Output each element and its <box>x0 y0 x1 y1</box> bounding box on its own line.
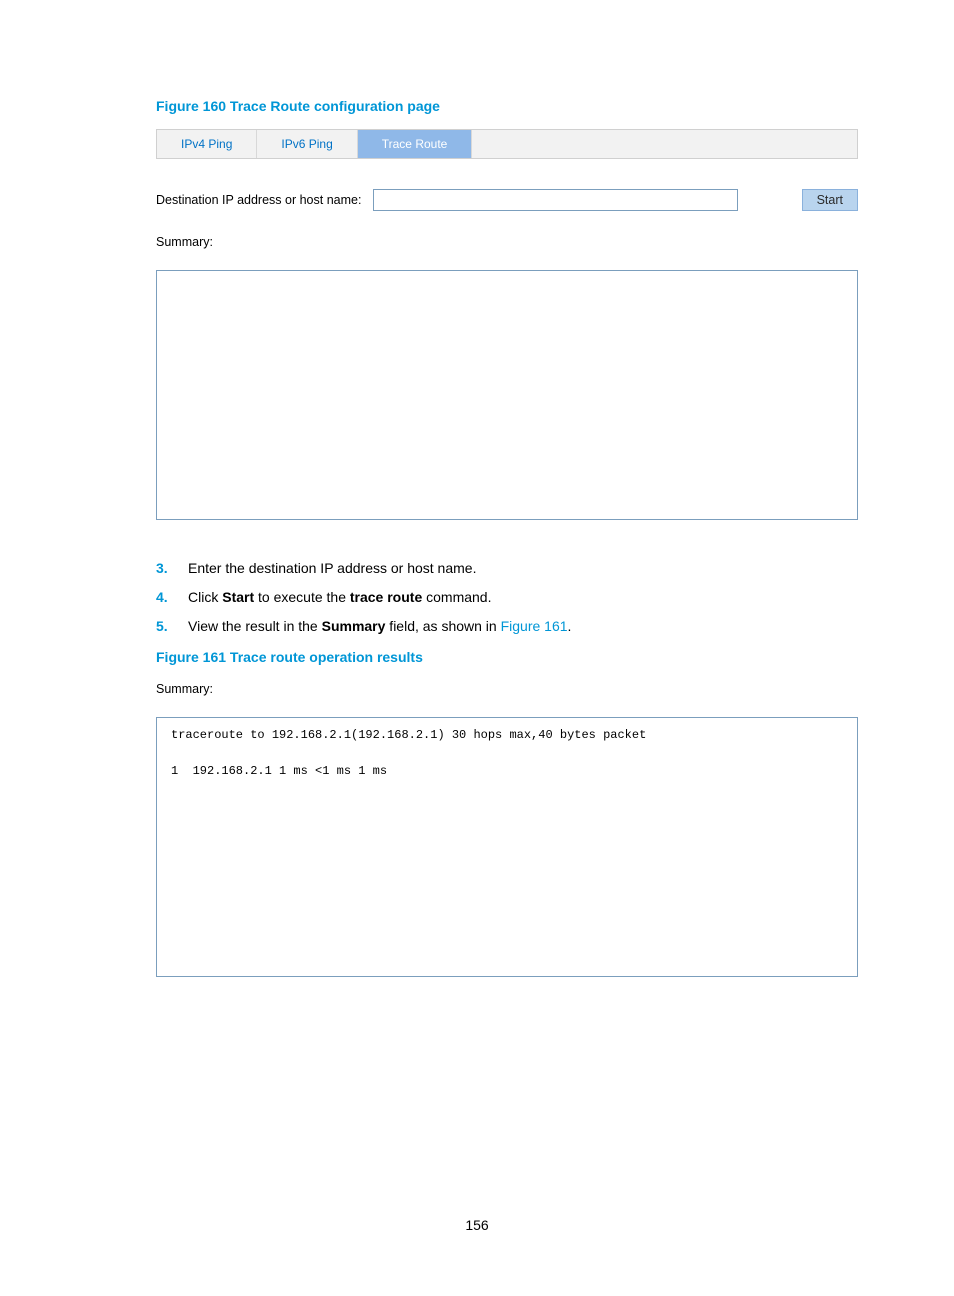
summary-output-160 <box>156 270 858 520</box>
step-text: Enter the destination IP address or host… <box>188 558 476 579</box>
text: . <box>568 618 572 634</box>
bold-summary: Summary <box>322 618 386 634</box>
figure-160-caption: Figure 160 Trace Route configuration pag… <box>156 96 858 117</box>
text: command. <box>422 589 491 605</box>
text: View the result in the <box>188 618 322 634</box>
tab-filler <box>472 130 857 158</box>
text: field, as shown in <box>385 618 500 634</box>
tab-ipv4-ping[interactable]: IPv4 Ping <box>157 130 257 158</box>
page-number: 156 <box>0 1215 954 1236</box>
step-list: 3. Enter the destination IP address or h… <box>156 558 858 637</box>
figure-161-link[interactable]: Figure 161 <box>501 618 568 634</box>
text: Click <box>188 589 222 605</box>
bold-start: Start <box>222 589 254 605</box>
start-button[interactable]: Start <box>802 189 858 211</box>
summary-label-160: Summary: <box>156 233 858 252</box>
step-5: 5. View the result in the Summary field,… <box>156 616 858 637</box>
tab-trace-route[interactable]: Trace Route <box>358 130 473 158</box>
step-number: 4. <box>156 587 188 608</box>
text: to execute the <box>254 589 350 605</box>
step-number: 5. <box>156 616 188 637</box>
step-3: 3. Enter the destination IP address or h… <box>156 558 858 579</box>
step-text: Click Start to execute the trace route c… <box>188 587 491 608</box>
step-text: View the result in the Summary field, as… <box>188 616 571 637</box>
figure-161-caption: Figure 161 Trace route operation results <box>156 647 858 668</box>
tab-ipv6-ping[interactable]: IPv6 Ping <box>257 130 357 158</box>
destination-row: Destination IP address or host name: Sta… <box>156 189 858 211</box>
summary-label-161: Summary: <box>156 680 858 699</box>
destination-input[interactable] <box>373 189 737 211</box>
step-number: 3. <box>156 558 188 579</box>
tab-bar: IPv4 Ping IPv6 Ping Trace Route <box>156 129 858 159</box>
destination-label: Destination IP address or host name: <box>156 191 361 210</box>
summary-output-161: traceroute to 192.168.2.1(192.168.2.1) 3… <box>156 717 858 977</box>
step-4: 4. Click Start to execute the trace rout… <box>156 587 858 608</box>
bold-trace-route: trace route <box>350 589 422 605</box>
